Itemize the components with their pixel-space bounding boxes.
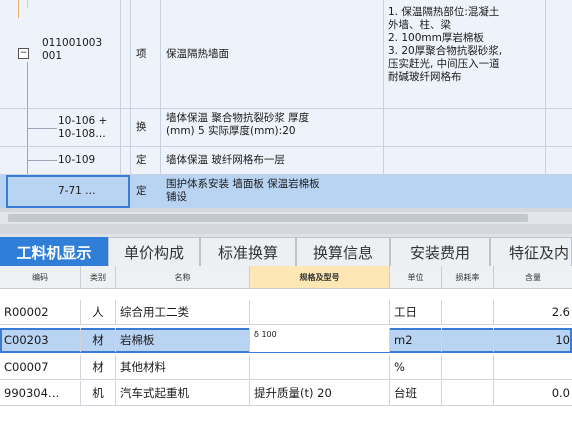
spec-edit-field[interactable]: δ 100 xyxy=(249,328,389,352)
column-header-spec[interactable]: 规格及型号 xyxy=(249,266,389,288)
cell-quantity[interactable]: 2.6 xyxy=(493,300,572,324)
column-header-loss-rate[interactable]: 损耗率 xyxy=(441,266,493,288)
table-row[interactable]: R00002 人 综合用工二类 工日 2.6 xyxy=(0,300,572,325)
detail-tab-bar: 工料机显示 单价构成 标准换算 换算信息 安装费用 特征及内 xyxy=(0,234,572,266)
bill-item-row[interactable]: − 011001003 001 项 保温隔热墙面 1. 保温隔热部位:混凝土 外… xyxy=(0,0,572,108)
quota-name: 围护体系安装 墙面板 保温岩棉板 铺设 xyxy=(166,178,320,203)
cell-loss-rate[interactable] xyxy=(441,355,493,379)
cell-unit: % xyxy=(389,355,441,379)
quota-code: 10-109 xyxy=(58,154,96,166)
cell-unit: m2 xyxy=(389,328,441,352)
tab-features-content[interactable]: 特征及内 xyxy=(490,237,572,266)
bill-features: 1. 保温隔热部位:混凝土 外墙、柱、梁 2. 100mm厚岩棉板 3. 20厚… xyxy=(388,6,503,83)
table-row-selected[interactable]: C00203 材 岩棉板 δ 100 m2 10 xyxy=(0,328,572,353)
resource-table: 编码 类别 名称 规格及型号 单位 损耗率 含量 R00002 人 综合用工二类… xyxy=(0,266,572,431)
bill-code: 011001003 001 xyxy=(42,37,103,62)
quota-type: 换 xyxy=(136,121,147,133)
cell-name: 其他材料 xyxy=(115,355,249,379)
cell-quantity[interactable] xyxy=(493,355,572,379)
cell-loss-rate[interactable] xyxy=(441,300,493,324)
cell-unit: 工日 xyxy=(389,300,441,324)
column-header-code[interactable]: 编码 xyxy=(0,266,80,288)
cell-category: 材 xyxy=(80,355,115,379)
cell-code: C00203 xyxy=(4,333,49,347)
table-header: 编码 类别 名称 规格及型号 单位 损耗率 含量 xyxy=(0,266,572,289)
cell-loss-rate[interactable] xyxy=(441,328,493,352)
cell-category: 材 xyxy=(80,328,115,352)
column-header-category[interactable]: 类别 xyxy=(80,266,115,288)
column-header-unit[interactable]: 单位 xyxy=(389,266,441,288)
cell-code: 990304… xyxy=(4,386,60,400)
cell-code: R00002 xyxy=(4,305,49,319)
cell-spec[interactable] xyxy=(249,300,389,324)
quota-row[interactable]: 10-109 定 墙体保温 玻纤网格布一层 xyxy=(0,147,572,174)
tab-labor-material-machine[interactable]: 工料机显示 xyxy=(0,237,108,266)
column-header-name[interactable]: 名称 xyxy=(115,266,249,288)
quota-editor-window: − 011001003 001 项 保温隔热墙面 1. 保温隔热部位:混凝土 外… xyxy=(0,0,572,431)
column-header-quantity[interactable]: 含量 xyxy=(493,266,572,288)
cell-name: 汽车式起重机 xyxy=(115,381,249,405)
scrollbar-thumb[interactable] xyxy=(8,214,528,222)
cell-code: C00007 xyxy=(4,360,49,374)
quota-name: 墙体保温 聚合物抗裂砂浆 厚度 (mm) 5 实际厚度(mm):20 xyxy=(166,112,310,137)
cell-quantity[interactable]: 10 xyxy=(493,328,572,352)
quota-code[interactable]: 7-71 … xyxy=(6,175,130,208)
cell-category: 机 xyxy=(80,381,115,405)
tab-installation-fee[interactable]: 安装费用 xyxy=(390,237,490,266)
tab-conversion-info[interactable]: 换算信息 xyxy=(296,237,390,266)
quota-type: 定 xyxy=(136,185,147,197)
quota-code: 10-106 + 10-108… xyxy=(58,115,108,140)
cell-quantity[interactable]: 0.0 xyxy=(493,381,572,405)
cell-unit: 台班 xyxy=(389,381,441,405)
quota-name: 墙体保温 玻纤网格布一层 xyxy=(166,154,285,166)
tab-standard-conversion[interactable]: 标准换算 xyxy=(200,237,296,266)
collapse-icon[interactable]: − xyxy=(18,48,29,59)
tab-unit-price-composition[interactable]: 单价构成 xyxy=(108,237,200,266)
bill-type: 项 xyxy=(136,47,147,60)
table-row[interactable]: 990304… 机 汽车式起重机 提升质量(t) 20 台班 0.0 xyxy=(0,381,572,406)
bill-tree-grid: − 011001003 001 项 保温隔热墙面 1. 保温隔热部位:混凝土 外… xyxy=(0,0,572,208)
cell-name: 岩棉板 xyxy=(115,328,249,352)
cell-spec[interactable]: 提升质量(t) 20 xyxy=(249,381,389,405)
cell-name: 综合用工二类 xyxy=(115,300,249,324)
cell-spec[interactable] xyxy=(249,355,389,379)
bill-name: 保温隔热墙面 xyxy=(166,47,229,60)
table-row[interactable]: C00007 材 其他材料 % xyxy=(0,355,572,380)
quota-row-selected[interactable]: 7-71 … 定 围护体系安装 墙面板 保温岩棉板 铺设 xyxy=(0,175,572,208)
panel-splitter[interactable] xyxy=(0,208,572,234)
cell-loss-rate[interactable] xyxy=(441,381,493,405)
quota-row[interactable]: 10-106 + 10-108… 换 墙体保温 聚合物抗裂砂浆 厚度 (mm) … xyxy=(0,109,572,146)
cell-category: 人 xyxy=(80,300,115,324)
quota-type: 定 xyxy=(136,154,147,166)
